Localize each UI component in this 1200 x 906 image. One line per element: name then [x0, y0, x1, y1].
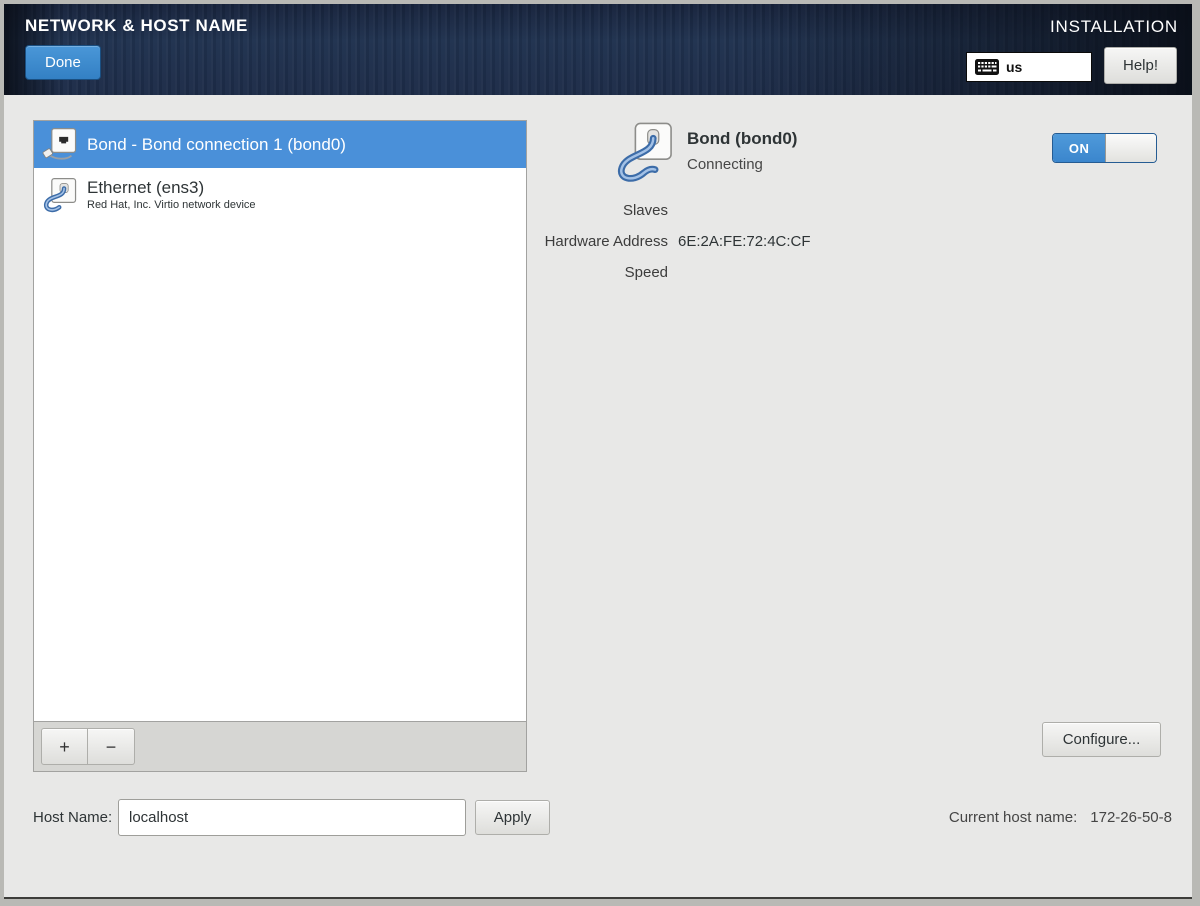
property-label: Speed	[4, 264, 668, 281]
device-detail-title: Bond (bond0)	[687, 129, 797, 149]
network-wired-icon-large	[614, 121, 674, 185]
switch-handle	[1105, 134, 1156, 162]
installer-window: NETWORK & HOST NAME Done INSTALLATION us	[4, 4, 1192, 899]
page-title: NETWORK & HOST NAME	[25, 16, 248, 36]
switch-on-label: ON	[1053, 134, 1105, 162]
device-title: Bond - Bond connection 1 (bond0)	[87, 135, 346, 155]
content-area: Bond - Bond connection 1 (bond0)	[4, 95, 1192, 897]
device-on-off-switch[interactable]: ON	[1052, 133, 1157, 163]
property-label: Slaves	[4, 202, 668, 219]
header-bar: NETWORK & HOST NAME Done INSTALLATION us	[4, 4, 1192, 95]
done-button[interactable]: Done	[25, 45, 101, 80]
device-list-toolbar: + −	[34, 721, 526, 771]
configure-button[interactable]: Configure...	[1042, 722, 1161, 757]
keyboard-icon	[975, 59, 999, 75]
keyboard-layout-indicator[interactable]: us	[966, 52, 1092, 82]
property-value: 6E:2A:FE:72:4C:CF	[678, 233, 811, 250]
property-row-slaves: Slaves	[4, 199, 811, 221]
keyboard-layout-label: us	[1006, 59, 1022, 75]
device-row-bond[interactable]: Bond - Bond connection 1 (bond0)	[34, 121, 526, 168]
current-host-name: Current host name: 172-26-50-8	[949, 800, 1172, 836]
network-bond-icon	[42, 127, 78, 163]
apply-button[interactable]: Apply	[475, 800, 550, 835]
device-properties: Slaves Hardware Address 6E:2A:FE:72:4C:C…	[4, 199, 811, 292]
property-label: Hardware Address	[4, 233, 668, 250]
device-status: Connecting	[687, 156, 797, 173]
host-name-input[interactable]	[118, 799, 466, 836]
property-row-hardware-address: Hardware Address 6E:2A:FE:72:4C:CF	[4, 230, 811, 252]
property-row-speed: Speed	[4, 261, 811, 283]
installation-label: INSTALLATION	[1050, 17, 1178, 37]
device-detail-header: Bond (bond0) Connecting	[614, 121, 797, 185]
add-device-button[interactable]: +	[41, 728, 88, 765]
screen-frame: NETWORK & HOST NAME Done INSTALLATION us	[0, 0, 1200, 906]
device-title: Ethernet (ens3)	[87, 178, 256, 198]
current-host-name-value: 172-26-50-8	[1090, 800, 1172, 836]
remove-device-button[interactable]: −	[88, 728, 135, 765]
current-host-name-label: Current host name:	[949, 800, 1077, 836]
host-name-label: Host Name:	[33, 800, 112, 836]
help-button[interactable]: Help!	[1104, 47, 1177, 84]
